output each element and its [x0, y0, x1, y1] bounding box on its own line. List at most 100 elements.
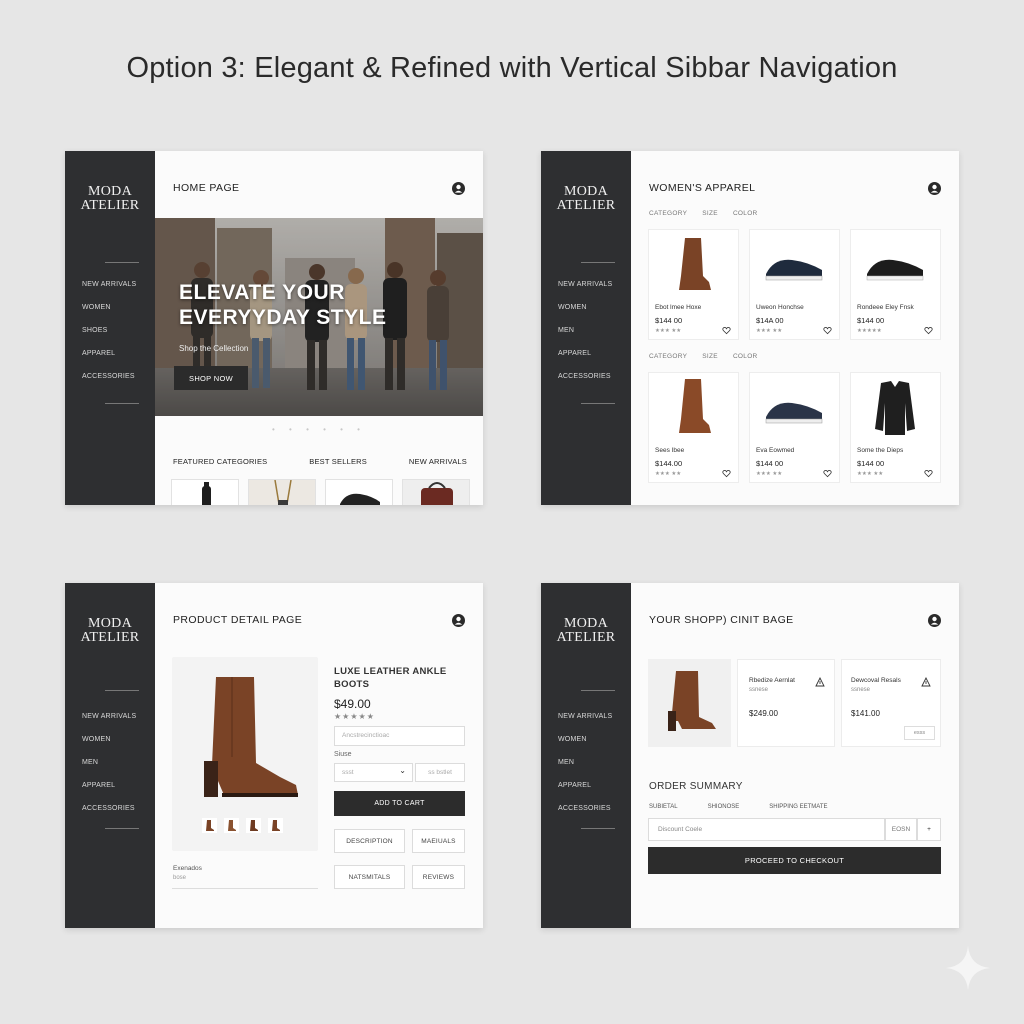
reviews-button[interactable]: REVIEWS [412, 865, 465, 889]
filter-size[interactable]: SIZE [702, 353, 718, 360]
heart-icon[interactable] [924, 326, 933, 335]
brand-logo[interactable]: MODA ATELIER [65, 617, 155, 645]
sidebar-item-women[interactable]: WOMEN [558, 304, 612, 327]
filter-category[interactable]: CATEGORY [649, 210, 687, 217]
sidebar-item-new-arrivals[interactable]: NEW ARRIVALS [82, 281, 136, 304]
heart-icon[interactable] [924, 469, 933, 478]
tab-featured-categories[interactable]: FEATURED CATEGORIES [173, 457, 267, 466]
cart-item-price: $249.00 [749, 709, 778, 718]
content-title: HOME PAGE [173, 182, 240, 194]
product-card[interactable]: Sees Ibee $144.00 ★★★ ★★ [648, 372, 739, 483]
user-icon[interactable] [928, 614, 941, 627]
brand-logo[interactable]: MODA ATELIER [541, 617, 631, 645]
sidebar-item-accessories[interactable]: ACCESSORIES [82, 805, 136, 828]
shop-now-button[interactable]: SHOP NOW [174, 366, 248, 390]
filter-color[interactable]: COLOR [733, 210, 758, 217]
order-summary-title: ORDER SUMMARY [649, 781, 743, 792]
carousel-dots[interactable]: • • • • • • [155, 425, 483, 434]
sidebar-item-new-arrivals[interactable]: NEW ARRIVALS [82, 713, 136, 736]
tab-best-sellers[interactable]: BEST SELLERS [309, 457, 367, 466]
discount-plus-button[interactable]: + [917, 818, 941, 841]
trash-icon[interactable] [815, 677, 825, 687]
heart-icon[interactable] [823, 469, 832, 478]
home-section-tabs: FEATURED CATEGORIES BEST SELLERS NEW ARR… [173, 457, 467, 466]
sidebar-item-men[interactable]: MEN [558, 327, 612, 350]
sidebar-item-women[interactable]: WOMEN [82, 736, 136, 759]
cart-item-sub: ssnese [851, 687, 871, 693]
heart-icon[interactable] [722, 469, 731, 478]
trash-icon[interactable] [921, 677, 931, 687]
cart-item-price: $141.00 [851, 709, 880, 718]
sidebar-item-new-arrivals[interactable]: NEW ARRIVALS [558, 281, 612, 304]
quantity-field[interactable]: ss bstlet [415, 763, 465, 782]
product-name: Rondeee Eley Fnsk [857, 304, 914, 311]
chevron-down-icon[interactable]: ⌄ [399, 766, 406, 775]
discount-code-input[interactable]: Discount Coele [648, 818, 885, 841]
thumbnail-strip [202, 818, 283, 833]
cart-item[interactable]: Dewcoval Resals ssnese $141.00 esss [841, 659, 941, 747]
user-icon[interactable] [452, 182, 465, 195]
heart-icon[interactable] [722, 326, 731, 335]
materials-button-2[interactable]: NATSMITALS [334, 865, 405, 889]
discount-apply-button[interactable]: EOSN [885, 818, 917, 841]
cart-item-action[interactable]: esss [904, 726, 935, 740]
product-image [172, 657, 318, 851]
thumbnail[interactable] [224, 818, 239, 833]
product-rating: ★★★ ★★ [756, 471, 783, 477]
sidebar-divider [581, 690, 615, 691]
thumbnail[interactable] [202, 818, 217, 833]
sidebar-item-men[interactable]: MEN [82, 759, 136, 782]
variant-select[interactable]: Ancstrecinctioac [334, 726, 465, 746]
product-card[interactable]: Eva Eowmed $144 00 ★★★ ★★ [749, 372, 840, 483]
sidebar-item-shoes[interactable]: SHOES [82, 327, 136, 350]
description-button[interactable]: DESCRIPTION [334, 829, 405, 853]
user-icon[interactable] [452, 614, 465, 627]
cart-item-sub: ssnese [749, 687, 769, 693]
sidebar-item-new-arrivals[interactable]: NEW ARRIVALS [558, 713, 612, 736]
thumbnail[interactable] [246, 818, 261, 833]
product-price: $144.00 [655, 459, 683, 468]
filter-color[interactable]: COLOR [733, 353, 758, 360]
sidebar-item-women[interactable]: WOMEN [558, 736, 612, 759]
user-icon[interactable] [928, 182, 941, 195]
materials-button[interactable]: MAEIUALS [412, 829, 465, 853]
sidebar-item-apparel[interactable]: APPAREL [82, 782, 136, 805]
sidebar-divider [581, 403, 615, 404]
tab-new-arrivals[interactable]: NEW ARRIVALS [409, 457, 467, 466]
sidebar-item-accessories[interactable]: ACCESSORIES [82, 373, 136, 396]
cart-item-name: Rbedize Aernlat [749, 677, 795, 684]
product-card[interactable]: Rondeee Eley Fnsk $144 00 ★★★★★ [850, 229, 941, 340]
thumbnail-sneaker[interactable] [325, 479, 393, 505]
sidebar-item-women[interactable]: WOMEN [82, 304, 136, 327]
thumbnail[interactable] [268, 818, 283, 833]
filter-category[interactable]: CATEGORY [649, 353, 687, 360]
product-card[interactable]: Some the Dieps $144 00 ★★★ ★★ [850, 372, 941, 483]
heart-icon[interactable] [823, 326, 832, 335]
sidebar-item-accessories[interactable]: ACCESSORIES [558, 373, 612, 396]
sidebar-item-apparel[interactable]: APPAREL [82, 350, 136, 373]
product-card[interactable]: Ebot lmee Hoxe $144 00 ★★★ ★★ [648, 229, 739, 340]
product-detail-mockup: MODA ATELIER NEW ARRIVALS WOMEN MEN APPAR… [65, 583, 483, 928]
sidebar-item-apparel[interactable]: APPAREL [558, 782, 612, 805]
hero-subtitle[interactable]: Shop the Cellection [179, 344, 248, 353]
proceed-to-checkout-button[interactable]: PROCEED TO CHECKOUT [648, 847, 941, 874]
brand-logo[interactable]: MODA ATELIER [541, 185, 631, 213]
thumbnail-bottle[interactable] [171, 479, 239, 505]
filter-size[interactable]: SIZE [702, 210, 718, 217]
sidebar-divider [581, 262, 615, 263]
cart-item[interactable]: Rbedize Aernlat ssnese $249.00 [737, 659, 835, 747]
product-card[interactable]: Uweon Honchse $14A 00 ★★★ ★★ [749, 229, 840, 340]
size-select[interactable]: ssst ⌄ [334, 763, 413, 782]
hero-headline: ELEVATE YOUR EVERYYDAY STYLE [179, 281, 387, 329]
add-to-cart-button[interactable]: ADD TO CART [334, 791, 465, 816]
sidebar-divider [581, 828, 615, 829]
thumbnail-necklace[interactable] [248, 479, 316, 505]
sidebar-item-apparel[interactable]: APPAREL [558, 350, 612, 373]
brand-logo[interactable]: MODA ATELIER [65, 185, 155, 213]
sidebar-item-men[interactable]: MEN [558, 759, 612, 782]
sidebar-item-accessories[interactable]: ACCESSORIES [558, 805, 612, 828]
sidebar-nav: NEW ARRIVALS WOMEN MEN APPAREL ACCESSORI… [558, 713, 612, 828]
sidebar: MODA ATELIER NEW ARRIVALS WOMEN MEN APPAR… [541, 583, 631, 928]
meta-label: Exenados [173, 865, 202, 872]
thumbnail-bag[interactable] [402, 479, 470, 505]
